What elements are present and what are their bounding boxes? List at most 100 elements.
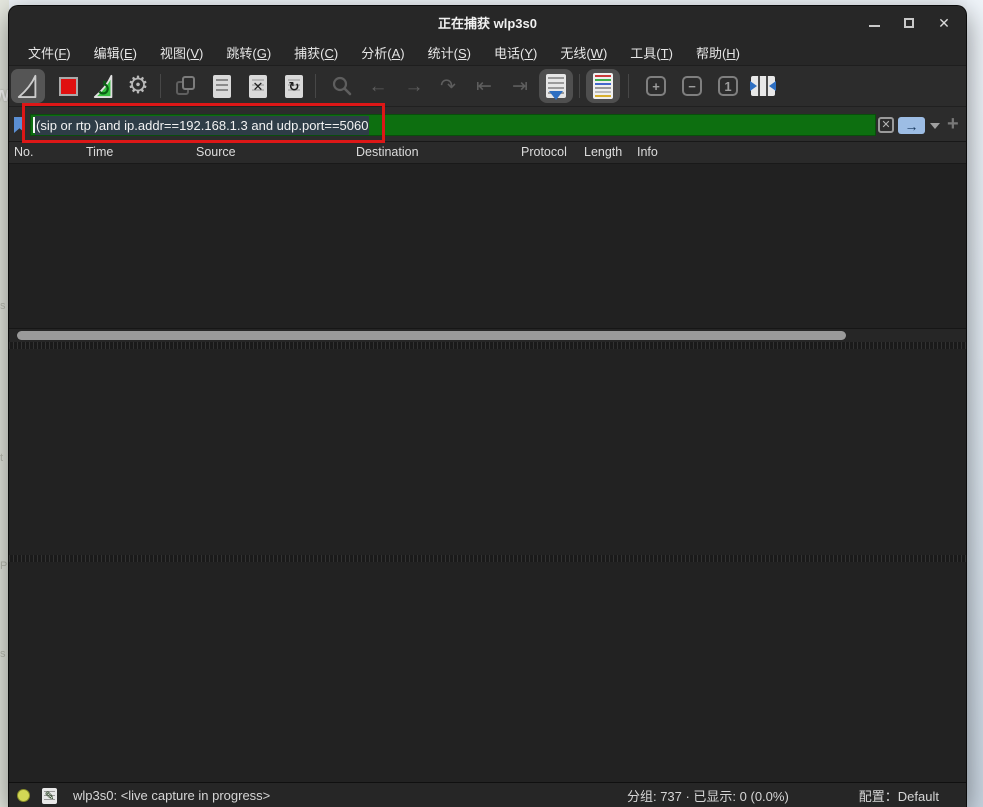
clear-filter-button[interactable]: ✕ (878, 117, 894, 133)
desktop-edge-text: P (0, 560, 7, 572)
stop-capture-button[interactable] (51, 69, 85, 103)
zoom-in-icon: + (646, 76, 666, 96)
desktop-background-right (967, 0, 983, 807)
zoom-in-button[interactable]: + (639, 69, 673, 103)
column-destination[interactable]: Destination (356, 145, 419, 159)
go-back-button[interactable]: ← (361, 69, 395, 103)
menu-tools[interactable]: 工具(T) (624, 40, 679, 65)
packet-bytes-pane[interactable] (9, 562, 966, 782)
toolbar-separator (628, 74, 629, 98)
window-controls: ✕ (866, 6, 952, 39)
packet-count-text: 分组: 737 · 已显示: 0 (0.0%) (613, 786, 803, 805)
close-button[interactable]: ✕ (936, 15, 952, 31)
filter-dropdown-caret[interactable] (930, 123, 940, 129)
menu-help[interactable]: 帮助(H) (690, 40, 746, 65)
normal-size-button[interactable]: 1 (711, 69, 745, 103)
pencil-icon: ✎ (44, 790, 54, 802)
arrow-left-icon: ← (369, 77, 388, 96)
restart-capture-button[interactable] (87, 69, 121, 103)
go-forward-button[interactable]: → (397, 69, 431, 103)
toolbar-separator (315, 74, 316, 98)
packet-list-viewport[interactable] (9, 164, 966, 328)
expert-info-icon[interactable] (17, 789, 30, 802)
menu-bar: 文件(F) 编辑(E) 视图(V) 跳转(G) 捕获(C) 分析(A) 统计(S… (9, 39, 966, 66)
zoom-out-button[interactable]: − (675, 69, 709, 103)
reload-file-button[interactable]: ↻ (277, 69, 311, 103)
menu-wireless[interactable]: 无线(W) (554, 40, 613, 65)
maximize-button[interactable] (901, 15, 917, 31)
gear-icon: ⚙ (127, 74, 149, 98)
close-icon: ✕ (938, 16, 950, 30)
go-to-packet-button[interactable]: ↷ (431, 69, 465, 103)
filter-bar: (sip or rtp )and ip.addr==192.168.1.3 an… (9, 107, 966, 142)
close-file-button[interactable]: ✕ (241, 69, 275, 103)
menu-edit[interactable]: 编辑(E) (88, 40, 143, 65)
auto-scroll-toggle[interactable] (539, 69, 573, 103)
menu-telephony[interactable]: 电话(Y) (488, 40, 543, 65)
pane-splitter[interactable] (9, 342, 966, 349)
status-bar: ✎ wlp3s0: <live capture in progress> 分组:… (9, 782, 966, 807)
arrow-last-icon: ⇥ (512, 77, 528, 96)
toolbar-separator (579, 74, 580, 98)
wireshark-window: 正在捕获 wlp3s0 ✕ 文件(F) 编辑(E) 视图(V) 跳转(G) 捕获… (8, 5, 967, 807)
filter-bookmark-icon[interactable] (14, 117, 25, 133)
menu-view[interactable]: 视图(V) (154, 40, 209, 65)
column-info[interactable]: Info (637, 145, 658, 159)
pane-splitter[interactable] (9, 555, 966, 562)
start-capture-button[interactable] (11, 69, 45, 103)
reload-file-icon: ↻ (285, 75, 303, 98)
save-file-button[interactable] (205, 69, 239, 103)
maximize-icon (904, 18, 914, 28)
window-title: 正在捕获 wlp3s0 (438, 13, 537, 32)
minimize-button[interactable] (866, 15, 882, 31)
title-bar[interactable]: 正在捕获 wlp3s0 ✕ (9, 6, 966, 39)
resize-columns-button[interactable] (746, 69, 780, 103)
filter-text-selected: (sip or rtp )and ip.addr==192.168.1.3 an… (35, 116, 369, 135)
scrollbar-thumb[interactable] (17, 331, 846, 340)
colorize-toggle[interactable] (586, 69, 620, 103)
column-source[interactable]: Source (196, 145, 236, 159)
column-protocol[interactable]: Protocol (521, 145, 567, 159)
find-packet-button[interactable] (325, 69, 359, 103)
plus-icon: + (947, 113, 959, 135)
desktop-edge-text: s (0, 300, 6, 312)
colorize-icon (593, 73, 613, 99)
capture-options-button[interactable]: ⚙ (121, 69, 155, 103)
apply-arrow-icon: → (905, 119, 919, 133)
restart-fin-icon (92, 72, 116, 100)
arrow-first-icon: ⇤ (476, 77, 492, 96)
column-time[interactable]: Time (86, 145, 113, 159)
horizontal-scrollbar[interactable] (9, 328, 966, 342)
wireshark-fin-icon (16, 72, 40, 100)
apply-filter-button[interactable]: → (898, 117, 925, 134)
arrow-right-icon: → (405, 77, 424, 96)
first-packet-button[interactable]: ⇤ (467, 69, 501, 103)
last-packet-button[interactable]: ⇥ (503, 69, 537, 103)
menu-analyze[interactable]: 分析(A) (355, 40, 410, 65)
menu-file[interactable]: 文件(F) (22, 40, 77, 65)
packet-list-pane (9, 164, 966, 342)
main-toolbar: ⚙ ✕ ↻ ← → ↷ ⇤ ⇥ (9, 66, 966, 107)
column-no[interactable]: No. (14, 145, 33, 159)
add-filter-button[interactable]: + (947, 113, 959, 136)
menu-go[interactable]: 跳转(G) (220, 40, 277, 65)
capture-comment-button[interactable]: ✎ (42, 788, 57, 804)
open-file-button[interactable] (169, 69, 203, 103)
menu-statistics[interactable]: 统计(S) (422, 40, 477, 65)
desktop-edge-text: t (0, 452, 3, 464)
desktop-edge-text: s (0, 648, 6, 660)
profile-text[interactable]: 配置：Default (845, 786, 939, 805)
save-file-icon (213, 75, 231, 98)
menu-capture[interactable]: 捕获(C) (288, 40, 344, 65)
packet-details-pane[interactable] (9, 349, 966, 555)
column-length[interactable]: Length (584, 145, 622, 159)
resize-columns-icon (751, 76, 775, 96)
capture-status-text: wlp3s0: <live capture in progress> (73, 788, 270, 803)
normal-size-icon: 1 (718, 76, 738, 96)
display-filter-input[interactable]: (sip or rtp )and ip.addr==192.168.1.3 an… (30, 114, 876, 136)
open-file-icon (174, 74, 198, 98)
packet-list-header: No. Time Source Destination Protocol Len… (9, 142, 966, 164)
minimize-icon (869, 25, 880, 27)
toolbar-separator (160, 74, 161, 98)
stop-icon (59, 77, 78, 96)
